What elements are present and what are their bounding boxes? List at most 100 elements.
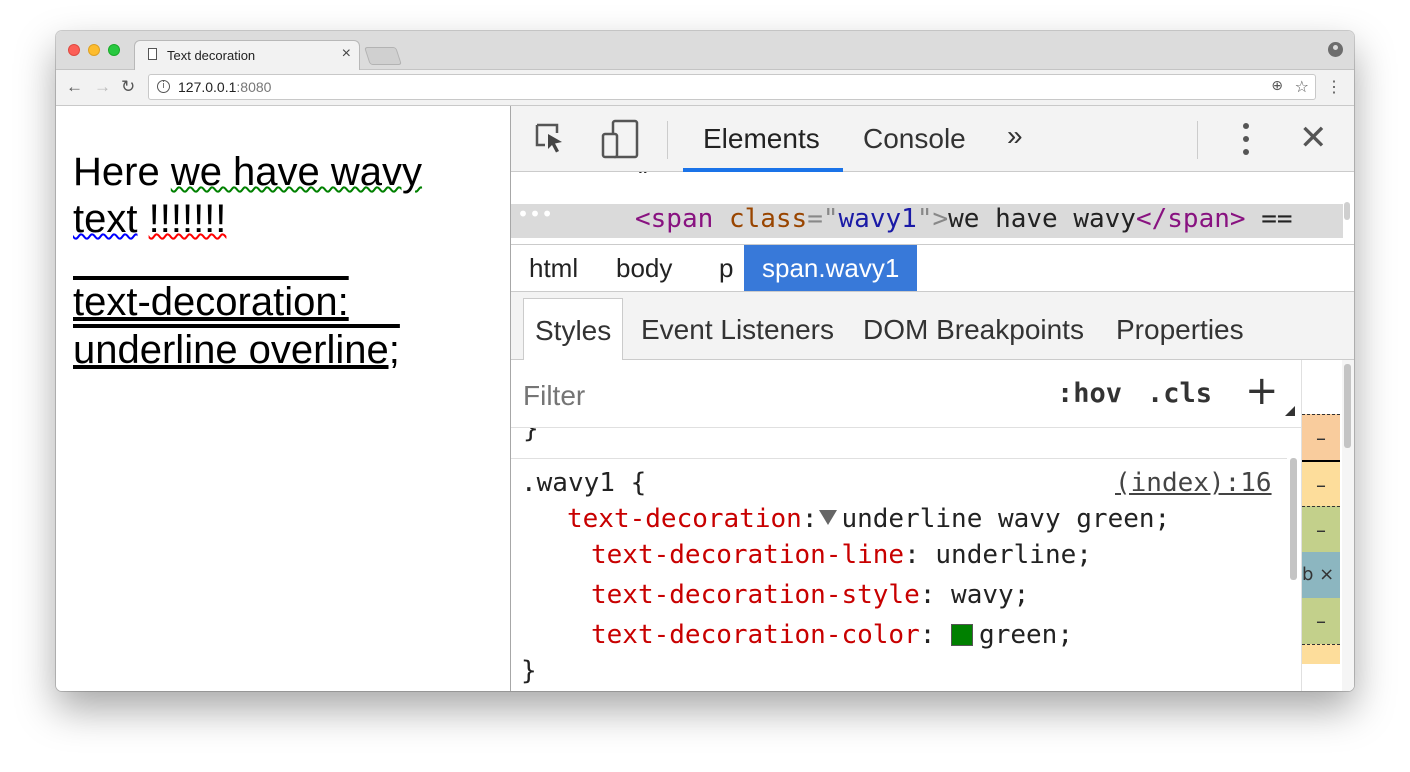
new-tab-button[interactable] bbox=[364, 47, 402, 65]
back-button[interactable]: ← bbox=[66, 77, 83, 97]
prop-value: wavy; bbox=[951, 580, 1030, 610]
breadcrumb-html[interactable]: html bbox=[511, 245, 596, 291]
url-port: :8080 bbox=[236, 79, 272, 95]
page-viewport: Here we have wavy text !!!!!!! text-deco… bbox=[56, 106, 510, 691]
styles-rules-pane: } .wavy1 { (index):16 text-decoration: un… bbox=[511, 428, 1301, 691]
box-model-scrollbar[interactable] bbox=[1342, 360, 1354, 691]
rule-selector[interactable]: .wavy1 { bbox=[521, 468, 646, 498]
subtab-styles[interactable]: Styles bbox=[523, 298, 624, 360]
more-tabs-icon[interactable]: » bbox=[1007, 120, 1023, 152]
tree-text-node: " bbox=[635, 172, 651, 192]
prop-name: text-decoration-style bbox=[591, 580, 920, 610]
previous-rule-brace: } bbox=[523, 428, 539, 444]
document-icon bbox=[148, 48, 157, 60]
wavy-blue-span: text bbox=[73, 197, 138, 241]
device-toolbar-icon[interactable] bbox=[601, 119, 639, 159]
breadcrumb-body[interactable]: body bbox=[598, 245, 690, 291]
dollar-zero-marker: == bbox=[1245, 204, 1293, 234]
tag-name: span bbox=[650, 204, 714, 234]
inspect-element-icon[interactable] bbox=[535, 123, 565, 153]
tab-close-button[interactable]: × bbox=[342, 45, 351, 63]
tag-lt: < bbox=[635, 204, 651, 234]
attr-value: wavy1 bbox=[838, 204, 917, 234]
text-here: Here bbox=[73, 150, 171, 194]
rule-close-brace: } bbox=[521, 656, 537, 686]
close-window-button[interactable] bbox=[68, 44, 80, 56]
prop-name: text-decoration bbox=[567, 504, 802, 534]
expand-triangle-icon[interactable] bbox=[819, 510, 838, 525]
tab-elements[interactable]: Elements bbox=[703, 123, 820, 155]
toolbar-divider bbox=[667, 121, 668, 159]
subtab-dom-breakpoints[interactable]: DOM Breakpoints bbox=[863, 314, 1084, 346]
decl-text-decoration-style[interactable]: text-decoration-style: wavy; bbox=[591, 580, 1029, 610]
border-band-bottom bbox=[1302, 644, 1340, 664]
corner-triangle-icon[interactable] bbox=[1285, 406, 1295, 416]
close-tag-lt: </ bbox=[1135, 204, 1168, 234]
devtools-toolbar: Elements Console » ✕ bbox=[511, 106, 1354, 172]
toolbar-divider bbox=[1197, 121, 1198, 159]
cls-toggle[interactable]: .cls bbox=[1147, 378, 1212, 409]
prop-name: text-decoration-color bbox=[591, 620, 920, 650]
attr-eq: =" bbox=[807, 204, 839, 234]
decl-text-decoration-line[interactable]: text-decoration-line: underline; bbox=[591, 540, 1092, 570]
prop-value: green; bbox=[979, 620, 1073, 650]
rules-scrollbar[interactable] bbox=[1290, 458, 1297, 580]
prop-value: underline wavy green; bbox=[841, 504, 1171, 534]
breadcrumb: html body p span.wavy1 bbox=[511, 244, 1354, 292]
box-model-top bbox=[1302, 360, 1340, 414]
border-band[interactable]: – bbox=[1302, 460, 1340, 506]
content-band[interactable]: b × a bbox=[1302, 552, 1340, 598]
colon: : bbox=[904, 540, 920, 570]
hov-toggle[interactable]: :hov bbox=[1057, 378, 1122, 409]
prop-value: underline; bbox=[935, 540, 1092, 570]
tab-console[interactable]: Console bbox=[863, 123, 966, 155]
breadcrumb-span[interactable]: span.wavy1 bbox=[744, 245, 918, 291]
rule-divider bbox=[511, 458, 1287, 459]
styles-filter-bar: :hov .cls + bbox=[511, 360, 1301, 428]
color-swatch[interactable] bbox=[951, 624, 974, 646]
ellipsis-icon[interactable]: ••• bbox=[517, 202, 553, 226]
colon: : bbox=[919, 580, 936, 610]
filter-input[interactable] bbox=[523, 380, 923, 412]
colon: : bbox=[801, 504, 818, 534]
forward-button[interactable]: → bbox=[94, 77, 111, 97]
url-text[interactable]: 127.0.0.1:8080 bbox=[178, 79, 271, 95]
padding-band[interactable]: – bbox=[1302, 506, 1340, 552]
subtab-event-listeners[interactable]: Event Listeners bbox=[641, 314, 834, 346]
tree-scrollbar[interactable] bbox=[1344, 202, 1350, 220]
kebab-menu-icon[interactable] bbox=[1243, 123, 1249, 157]
reload-icon[interactable]: ↻ bbox=[121, 77, 135, 97]
decl-text-decoration-color[interactable]: text-decoration-color: green; bbox=[591, 620, 1073, 650]
info-icon[interactable]: i bbox=[157, 80, 170, 93]
margin-band[interactable]: – bbox=[1302, 414, 1340, 460]
rule-source-link[interactable]: (index):16 bbox=[1115, 468, 1272, 498]
tab-strip: Text decoration × bbox=[56, 31, 1354, 70]
url-host: 127.0.0.1 bbox=[178, 79, 237, 95]
maximize-window-button[interactable] bbox=[108, 44, 120, 56]
wavy-green-span: we have wavy bbox=[170, 150, 423, 194]
close-icon[interactable]: ✕ bbox=[1299, 118, 1328, 158]
browser-tab[interactable]: Text decoration × bbox=[134, 40, 360, 70]
tree-row-selected[interactable]: ••• <span class="wavy1">we have wavy</sp… bbox=[511, 202, 1343, 238]
padding-band-bottom[interactable]: – bbox=[1302, 598, 1340, 644]
address-bar[interactable]: i 127.0.0.1:8080 ⊕ ☆ bbox=[148, 74, 1316, 100]
decl-text-decoration[interactable]: text-decoration: underline wavy green; bbox=[567, 504, 1170, 534]
attr-close: "> bbox=[916, 204, 949, 234]
new-rule-icon[interactable]: + bbox=[1245, 368, 1279, 414]
zoom-icon[interactable]: ⊕ bbox=[1271, 78, 1283, 94]
paragraph-wavy: Here we have wavy text !!!!!!! bbox=[73, 149, 493, 243]
profile-icon[interactable] bbox=[1328, 42, 1343, 57]
box-model-strip: – – – b × a – bbox=[1301, 360, 1354, 691]
colon: : bbox=[919, 620, 936, 650]
styles-subtabs: Styles Event Listeners DOM Breakpoints P… bbox=[511, 292, 1354, 360]
browser-menu-icon[interactable]: ⋮ bbox=[1326, 77, 1342, 97]
close-tag-gt: > bbox=[1229, 204, 1246, 234]
browser-window: Text decoration × ← → ↻ i 127.0.0.1:8080… bbox=[56, 31, 1354, 691]
node-text: we have wavy bbox=[948, 204, 1136, 234]
star-icon[interactable]: ☆ bbox=[1295, 77, 1309, 96]
tab-title: Text decoration bbox=[167, 48, 256, 63]
minimize-window-button[interactable] bbox=[88, 44, 100, 56]
devtools-panel: Elements Console » ✕ " ••• <span class="… bbox=[510, 106, 1354, 691]
subtab-properties[interactable]: Properties bbox=[1116, 314, 1244, 346]
